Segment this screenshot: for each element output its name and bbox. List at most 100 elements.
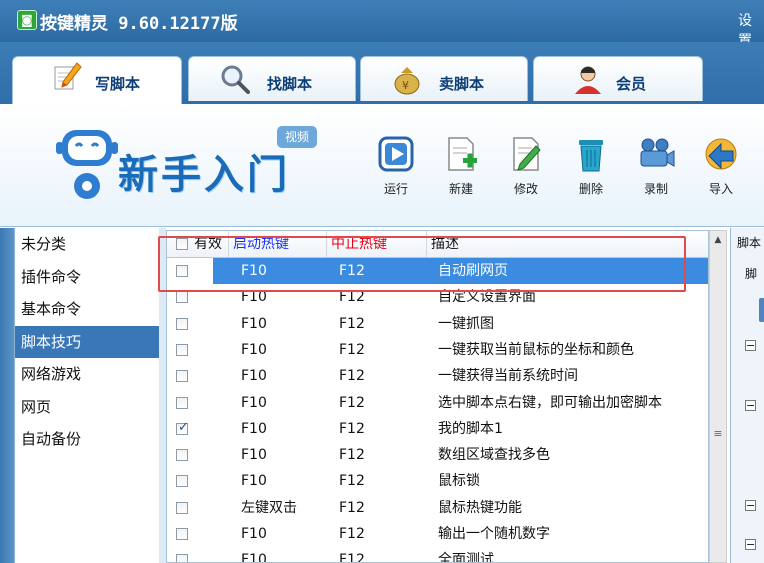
tab-label: 写脚本 [95, 75, 141, 93]
tab-bar: 写脚本 找脚本 ¥ 卖脚本 会员 [0, 42, 764, 104]
trash-icon [579, 140, 603, 172]
video-badge[interactable]: 视频 [277, 126, 317, 148]
check-icon: ✓ [178, 419, 189, 435]
table-row[interactable]: F10 F12 一键获得当前系统时间 [167, 363, 708, 389]
description-cell: 一键获取当前鼠标的坐标和颜色 [438, 341, 634, 358]
tab-member[interactable]: 会员 [533, 56, 703, 101]
app-title: 按键精灵 9.60.12177版 [40, 14, 238, 34]
description-cell: 鼠标热键功能 [438, 499, 522, 516]
start-hotkey-cell: F10 [241, 420, 267, 437]
enabled-checkbox[interactable] [176, 449, 188, 462]
category-plugin-commands[interactable]: 插件命令 [15, 261, 160, 294]
table-row[interactable]: F10 F12 一键抓图 [167, 311, 708, 337]
table-row[interactable]: F10 F12 鼠标锁 [167, 468, 708, 494]
table-row[interactable]: F10 F12 选中脚本点右键，即可输出加密脚本 [167, 390, 708, 416]
category-script-tips[interactable]: 脚本技巧 [15, 325, 160, 358]
start-hotkey-cell: F10 [241, 552, 267, 563]
svg-text:¥: ¥ [402, 79, 409, 92]
record-button[interactable]: 录制 [626, 134, 686, 204]
new-file-icon [448, 137, 477, 171]
stop-hotkey-cell: F12 [339, 394, 365, 411]
enabled-checkbox[interactable] [176, 317, 188, 330]
table-row[interactable]: ✓ F10 F12 我的脚本1 [167, 416, 708, 442]
enabled-checkbox[interactable] [176, 291, 188, 304]
table-row[interactable]: F10 F12 全面测试 [167, 547, 708, 563]
robot-mascot-icon [56, 130, 118, 199]
pencil-note-icon [54, 62, 82, 90]
category-list: 未分类 插件命令 基本命令 脚本技巧 网络游戏 网页 自动备份 [14, 228, 161, 563]
description-cell: 鼠标锁 [438, 473, 480, 490]
description-cell: 一键抓图 [438, 315, 494, 332]
stop-hotkey-cell: F12 [339, 420, 365, 437]
tab-sell-script[interactable]: ¥ 卖脚本 [360, 56, 528, 101]
highlight-box [158, 236, 686, 292]
table-row[interactable]: F10 F12 一键获取当前鼠标的坐标和颜色 [167, 337, 708, 363]
left-gutter [0, 228, 14, 563]
enabled-checkbox[interactable]: ✓ [176, 419, 189, 435]
play-icon [378, 136, 414, 172]
description-cell: 全面测试 [438, 552, 494, 563]
stop-hotkey-cell: F12 [339, 473, 365, 490]
start-hotkey-cell: F10 [241, 341, 267, 358]
toolbar: 新手入门 视频 运行 新建 修改 删除 录制 导入 [0, 104, 764, 227]
tab-find-script[interactable]: 找脚本 [188, 56, 356, 101]
collapse-icon[interactable]: − [745, 500, 756, 511]
start-hotkey-cell: 左键双击 [241, 499, 297, 516]
start-hotkey-cell: F10 [241, 473, 267, 490]
table-row[interactable]: F10 F12 数组区域查找多色 [167, 442, 708, 468]
stop-hotkey-cell: F12 [339, 447, 365, 464]
table-row[interactable]: F10 F12 输出一个随机数字 [167, 521, 708, 547]
import-button[interactable]: 导入 [691, 134, 751, 204]
getting-started-banner[interactable]: 新手入门 [118, 142, 290, 200]
scroll-up-icon[interactable]: ▲ [710, 231, 726, 249]
start-hotkey-cell: F10 [241, 394, 267, 411]
edit-button[interactable]: 修改 [496, 134, 556, 204]
title-bar: ◙ 按键精灵 9.60.12177版 设置 [0, 0, 764, 49]
magnifier-icon [221, 65, 250, 94]
start-hotkey-cell: F10 [241, 447, 267, 464]
start-hotkey-cell: F10 [241, 368, 267, 385]
description-cell: 选中脚本点右键，即可输出加密脚本 [438, 394, 662, 411]
enabled-checkbox[interactable] [176, 475, 188, 488]
run-button[interactable]: 运行 [366, 134, 426, 204]
tab-write-script[interactable]: 写脚本 [12, 56, 182, 104]
category-auto-backup[interactable]: 自动备份 [15, 423, 160, 456]
enabled-checkbox[interactable] [176, 528, 188, 540]
import-icon [705, 138, 737, 170]
description-cell: 一键获得当前系统时间 [438, 368, 578, 385]
script-properties-panel: 脚本 脚 − − − − [730, 228, 764, 563]
stop-hotkey-cell: F12 [339, 552, 365, 563]
new-button[interactable]: 新建 [431, 134, 491, 204]
enabled-checkbox[interactable] [176, 370, 188, 383]
start-hotkey-cell: F10 [241, 315, 267, 332]
category-uncategorized[interactable]: 未分类 [15, 228, 160, 261]
scroll-grip-icon[interactable]: ≡ [712, 426, 724, 442]
table-row[interactable]: 左键双击 F12 鼠标热键功能 [167, 495, 708, 521]
vertical-scrollbar[interactable]: ▲ ≡ [709, 230, 727, 563]
enabled-checkbox[interactable] [176, 343, 188, 356]
video-camera-icon [640, 138, 675, 167]
tab-label: 会员 [616, 75, 647, 93]
category-online-games[interactable]: 网络游戏 [15, 358, 160, 391]
collapse-icon[interactable]: − [745, 400, 756, 411]
stop-hotkey-cell: F12 [339, 499, 365, 516]
edit-file-icon [513, 137, 541, 171]
enabled-checkbox[interactable] [176, 501, 188, 514]
panel-tool-icon[interactable] [759, 298, 764, 322]
collapse-icon[interactable]: − [745, 340, 756, 351]
category-web[interactable]: 网页 [15, 391, 160, 424]
start-hotkey-cell: F10 [241, 526, 267, 542]
enabled-checkbox[interactable] [176, 554, 188, 562]
description-cell: 我的脚本1 [438, 420, 503, 437]
stop-hotkey-cell: F12 [339, 368, 365, 385]
stop-hotkey-cell: F12 [339, 315, 365, 332]
delete-button[interactable]: 删除 [561, 134, 621, 204]
description-cell: 数组区域查找多色 [438, 447, 550, 464]
stop-hotkey-cell: F12 [339, 341, 365, 358]
stop-hotkey-cell: F12 [339, 526, 365, 542]
collapse-icon[interactable]: − [745, 539, 756, 550]
panel-subtitle: 脚 [745, 267, 758, 281]
description-cell: 输出一个随机数字 [438, 526, 550, 542]
category-basic-commands[interactable]: 基本命令 [15, 293, 160, 326]
enabled-checkbox[interactable] [176, 396, 188, 409]
